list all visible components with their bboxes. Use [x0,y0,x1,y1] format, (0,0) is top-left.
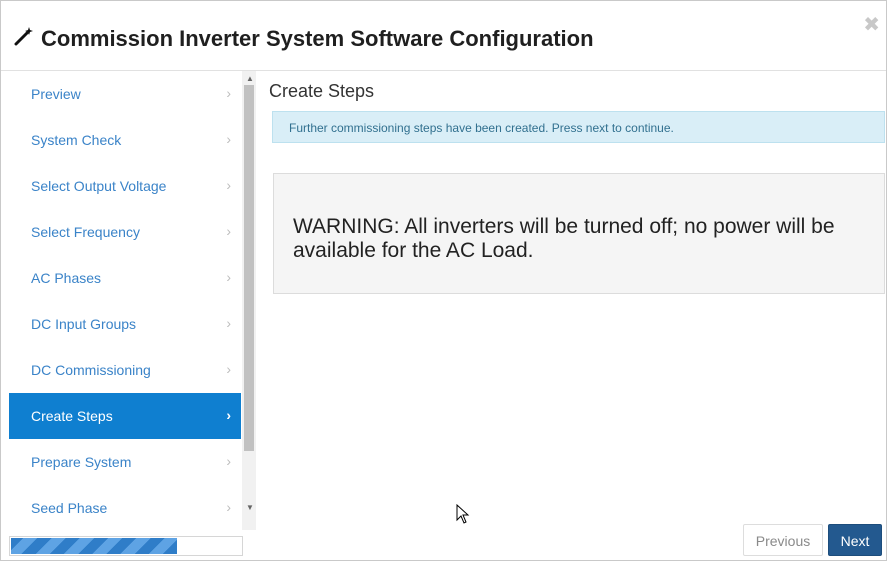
chevron-right-icon: › [226,361,231,377]
chevron-right-icon: › [226,453,231,469]
progress-fill [11,538,177,554]
chevron-right-icon: › [226,223,231,239]
sidebar-item-system-check[interactable]: System Check › [9,117,241,163]
chevron-right-icon: › [226,131,231,147]
sidebar-item-label: DC Input Groups [31,316,137,332]
sidebar-item-select-output-voltage[interactable]: Select Output Voltage › [9,163,241,209]
dialog-title: Commission Inverter System Software Conf… [41,26,594,51]
step-title: Create Steps [269,81,375,101]
chevron-right-icon: › [226,85,231,101]
sidebar-item-label: Select Frequency [31,224,140,240]
next-button-label: Next [840,533,870,549]
warning-text: WARNING: All inverters will be turned of… [293,215,835,262]
sidebar-item-select-frequency[interactable]: Select Frequency › [9,209,241,255]
commission-dialog: Commission Inverter System Software Conf… [0,0,887,561]
mouse-pointer-icon [456,504,470,524]
sidebar-item-seed-phase[interactable]: Seed Phase › [9,485,241,531]
sidebar-item-label: Preview [31,86,81,102]
next-button[interactable]: Next [828,524,882,556]
sidebar-item-label: Prepare System [31,454,132,470]
warning-panel: WARNING: All inverters will be turned of… [273,173,885,294]
sidebar-scrollbar[interactable]: ▲ ▼ [242,71,256,530]
chevron-right-icon: › [226,315,231,331]
sidebar-item-preview[interactable]: Preview › [9,71,241,117]
sidebar-item-ac-phases[interactable]: AC Phases › [9,255,241,301]
sidebar-item-label: DC Commissioning [31,362,151,378]
scroll-down-icon[interactable]: ▼ [246,503,254,512]
scroll-up-icon[interactable]: ▲ [246,74,254,83]
sidebar-item-label: Select Output Voltage [31,178,167,194]
sidebar-item-label: Create Steps [31,408,113,424]
info-alert: Further commissioning steps have been cr… [272,111,885,143]
magic-wand-icon [14,27,33,46]
sidebar-item-label: System Check [31,132,122,148]
steps-sidebar: Preview › System Check › Select Output Volta… [9,71,241,560]
sidebar-item-prepare-system[interactable]: Prepare System › [9,439,241,485]
sidebar-item-create-steps[interactable]: Create Steps › [9,393,241,439]
info-text: Further commissioning steps have been cr… [289,121,674,135]
close-icon[interactable]: ✖ [863,15,880,35]
previous-button[interactable]: Previous [743,524,823,556]
chevron-right-icon: › [226,177,231,193]
dialog-header: Commission Inverter System Software Conf… [1,1,886,71]
sidebar-item-dc-commissioning[interactable]: DC Commissioning › [9,347,241,393]
sidebar-item-dc-input-groups[interactable]: DC Input Groups › [9,301,241,347]
progress-bar [9,536,243,556]
sidebar-item-label: AC Phases [31,270,102,286]
chevron-right-icon: › [226,269,231,285]
scroll-thumb[interactable] [244,85,254,451]
sidebar-item-label: Seed Phase [31,500,108,516]
chevron-right-icon: › [226,499,231,515]
chevron-right-icon: › [226,407,231,423]
previous-button-label: Previous [755,533,811,549]
